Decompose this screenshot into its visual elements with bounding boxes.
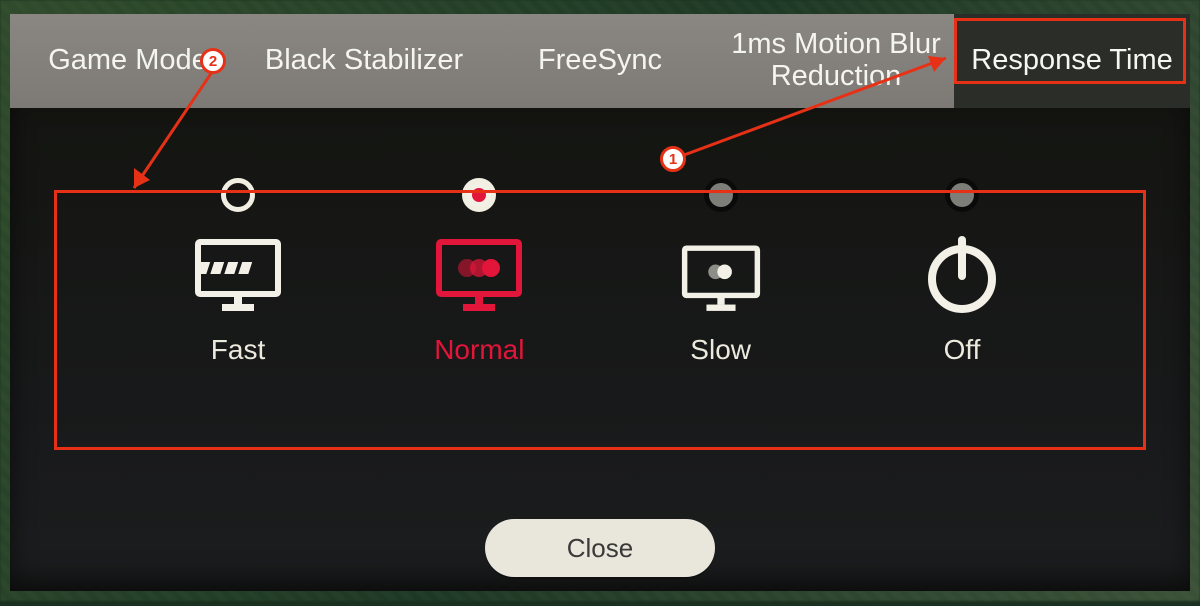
- radio-icon: [221, 178, 255, 212]
- close-button[interactable]: Close: [485, 519, 715, 577]
- options-row: Fast: [70, 166, 1130, 436]
- monitor-slow-icon: [681, 230, 761, 316]
- tab-game-mode[interactable]: Game Mode: [10, 14, 246, 108]
- options-area: Fast: [10, 108, 1190, 591]
- radio-icon: [945, 178, 979, 212]
- osd-panel: Game Mode Black Stabilizer FreeSync 1ms …: [10, 14, 1190, 591]
- power-icon: [923, 230, 1001, 316]
- tab-bar: Game Mode Black Stabilizer FreeSync 1ms …: [10, 14, 1190, 108]
- option-label: Slow: [690, 334, 751, 366]
- option-label: Off: [944, 334, 981, 366]
- tab-label: 1ms Motion Blur Reduction: [726, 29, 946, 93]
- option-fast[interactable]: Fast: [138, 178, 338, 366]
- close-label: Close: [567, 533, 633, 564]
- tab-freesync[interactable]: FreeSync: [482, 14, 718, 108]
- tab-motion-blur-reduction[interactable]: 1ms Motion Blur Reduction: [718, 14, 954, 108]
- option-normal[interactable]: Normal: [379, 178, 579, 366]
- option-label: Normal: [434, 334, 524, 366]
- radio-icon: [462, 178, 496, 212]
- tab-label: Black Stabilizer: [265, 45, 463, 77]
- tab-response-time[interactable]: Response Time: [954, 14, 1190, 108]
- tab-label: FreeSync: [538, 45, 662, 77]
- tab-label: Response Time: [971, 45, 1173, 77]
- option-label: Fast: [211, 334, 265, 366]
- tab-label: Game Mode: [48, 45, 208, 77]
- option-slow[interactable]: Slow: [621, 178, 821, 366]
- tab-black-stabilizer[interactable]: Black Stabilizer: [246, 14, 482, 108]
- radio-icon: [704, 178, 738, 212]
- monitor-normal-icon: [435, 230, 523, 316]
- option-off[interactable]: Off: [862, 178, 1062, 366]
- radio-dot: [472, 188, 486, 202]
- monitor-fast-icon: [194, 230, 282, 316]
